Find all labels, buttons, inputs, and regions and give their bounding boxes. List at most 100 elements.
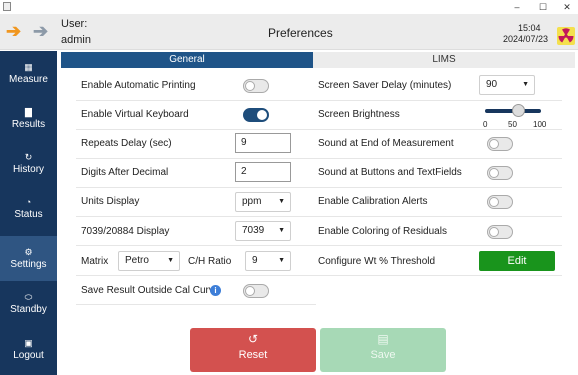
save-icon: ▤ — [377, 332, 389, 346]
window-titlebar: – ☐ ✕ — [0, 0, 578, 14]
virtual-keyboard-toggle[interactable] — [243, 108, 269, 122]
auto-printing-toggle[interactable] — [243, 79, 269, 93]
calibration-alerts-label: Enable Calibration Alerts — [318, 196, 428, 207]
caret-down-icon: ▼ — [278, 198, 285, 205]
reset-icon: ↺ — [247, 332, 259, 346]
screen-brightness-label: Screen Brightness — [318, 109, 400, 120]
select-value: 7039 — [242, 225, 265, 236]
forward-arrow-icon[interactable]: ➔ — [33, 22, 51, 40]
matrix-label: Matrix — [81, 256, 109, 267]
calibration-alerts-toggle[interactable] — [487, 195, 513, 209]
sidebar-item-settings[interactable]: ⚙ Settings — [0, 236, 57, 281]
save-label: Save — [370, 349, 396, 361]
sidebar-item-label: Logout — [13, 350, 44, 361]
sidebar-item-history[interactable]: ↻ History — [0, 141, 57, 186]
ch-ratio-select[interactable]: 9 ▼ — [245, 251, 291, 271]
caret-down-icon: ▼ — [522, 81, 529, 88]
sidebar-item-label: Status — [14, 209, 43, 220]
sidebar-item-standby[interactable]: ⬭ Standby — [0, 281, 57, 326]
sound-end-measurement-toggle[interactable] — [487, 137, 513, 151]
minimize-icon[interactable]: – — [506, 0, 528, 14]
measure-icon: ▦ — [24, 62, 33, 72]
edit-threshold-button[interactable]: Edit — [479, 251, 555, 271]
maximize-icon[interactable]: ☐ — [532, 0, 554, 14]
tab-lims[interactable]: LIMS — [313, 52, 575, 68]
repeats-delay-input[interactable]: 9 — [235, 133, 291, 153]
page-title: Preferences — [268, 26, 333, 40]
units-display-label: Units Display — [81, 196, 140, 207]
select-value: Petro — [125, 255, 149, 266]
reset-button[interactable]: ↺ Reset — [190, 328, 316, 372]
caret-down-icon: ▼ — [278, 257, 285, 264]
back-arrow-icon[interactable]: ➔ — [6, 22, 24, 40]
close-icon[interactable]: ✕ — [556, 0, 578, 14]
units-display-select[interactable]: ppm ▼ — [235, 192, 291, 212]
toggle-knob — [489, 139, 499, 149]
sidebar-item-label: Measure — [9, 74, 48, 85]
toggle-knob — [489, 168, 499, 178]
row-divider — [76, 216, 316, 217]
row-divider — [314, 275, 562, 276]
sidebar-item-label: History — [12, 164, 45, 175]
sound-end-measurement-label: Sound at End of Measurement — [318, 138, 454, 149]
standby-icon: ⬭ — [24, 292, 33, 302]
clock-time: 15:04 — [518, 23, 541, 33]
sidebar-item-results[interactable]: ▇ Results — [0, 96, 57, 141]
tab-general[interactable]: General — [61, 52, 313, 68]
gauge-icon: ◔ — [25, 197, 32, 207]
history-icon: ↻ — [24, 152, 33, 162]
sidebar-item-status[interactable]: ◔ Status — [0, 186, 57, 231]
row-divider — [314, 245, 562, 246]
screen-saver-select[interactable]: 90 ▼ — [479, 75, 535, 95]
auto-printing-label: Enable Automatic Printing — [81, 80, 196, 91]
toggle-knob — [257, 110, 267, 120]
sidebar-item-label: Standby — [10, 304, 47, 315]
row-divider — [76, 304, 316, 305]
row-divider — [76, 245, 316, 246]
digits-after-decimal-input[interactable]: 2 — [235, 162, 291, 182]
toggle-knob — [489, 227, 499, 237]
display-7039-label: 7039/20884 Display — [81, 226, 170, 237]
radiation-icon — [557, 27, 575, 45]
clock-date: 2024/07/23 — [503, 34, 549, 44]
sound-buttons-label: Sound at Buttons and TextFields — [318, 167, 462, 178]
row-divider — [76, 100, 316, 101]
slider-tick-mid: 50 — [508, 120, 517, 129]
matrix-select[interactable]: Petro ▼ — [118, 251, 180, 271]
select-value: 9 — [252, 255, 258, 266]
sidebar-item-label: Results — [11, 119, 46, 130]
row-divider — [76, 275, 316, 276]
user-name: admin — [61, 34, 91, 46]
caret-down-icon: ▼ — [278, 227, 285, 234]
reset-label: Reset — [238, 349, 268, 361]
chart-icon: ▇ — [25, 107, 32, 117]
virtual-keyboard-label: Enable Virtual Keyboard — [81, 109, 189, 120]
lock-icon: ▣ — [24, 338, 33, 348]
gear-icon: ⚙ — [24, 247, 33, 257]
slider-tick-min: 0 — [483, 120, 488, 129]
row-divider — [314, 216, 562, 217]
caret-down-icon: ▼ — [167, 257, 174, 264]
info-icon[interactable]: i — [210, 285, 221, 296]
user-label: User: — [61, 18, 88, 30]
screen-saver-label: Screen Saver Delay (minutes) — [318, 80, 452, 91]
row-divider — [314, 100, 562, 101]
toggle-knob — [245, 81, 255, 91]
row-divider — [314, 158, 562, 159]
wt-threshold-label: Configure Wt % Threshold — [318, 256, 436, 267]
row-divider — [76, 129, 316, 130]
coloring-residuals-toggle[interactable] — [487, 225, 513, 239]
select-value: 90 — [486, 79, 498, 90]
ch-ratio-label: C/H Ratio — [188, 256, 232, 267]
slider-tick-max: 100 — [533, 120, 547, 129]
sidebar-item-logout[interactable]: ▣ Logout — [0, 327, 57, 372]
app-header: ➔ ➔ User: admin Preferences 15:04 2024/0… — [0, 14, 578, 50]
save-outside-cal-label: Save Result Outside Cal Curve — [81, 285, 220, 296]
sound-buttons-toggle[interactable] — [487, 166, 513, 180]
brightness-slider-thumb[interactable] — [512, 104, 526, 117]
display-7039-select[interactable]: 7039 ▼ — [235, 221, 291, 241]
save-outside-cal-toggle[interactable] — [243, 284, 269, 298]
save-button[interactable]: ▤ Save — [320, 328, 446, 372]
coloring-residuals-label: Enable Coloring of Residuals — [318, 226, 447, 237]
sidebar-item-measure[interactable]: ▦ Measure — [0, 51, 57, 96]
